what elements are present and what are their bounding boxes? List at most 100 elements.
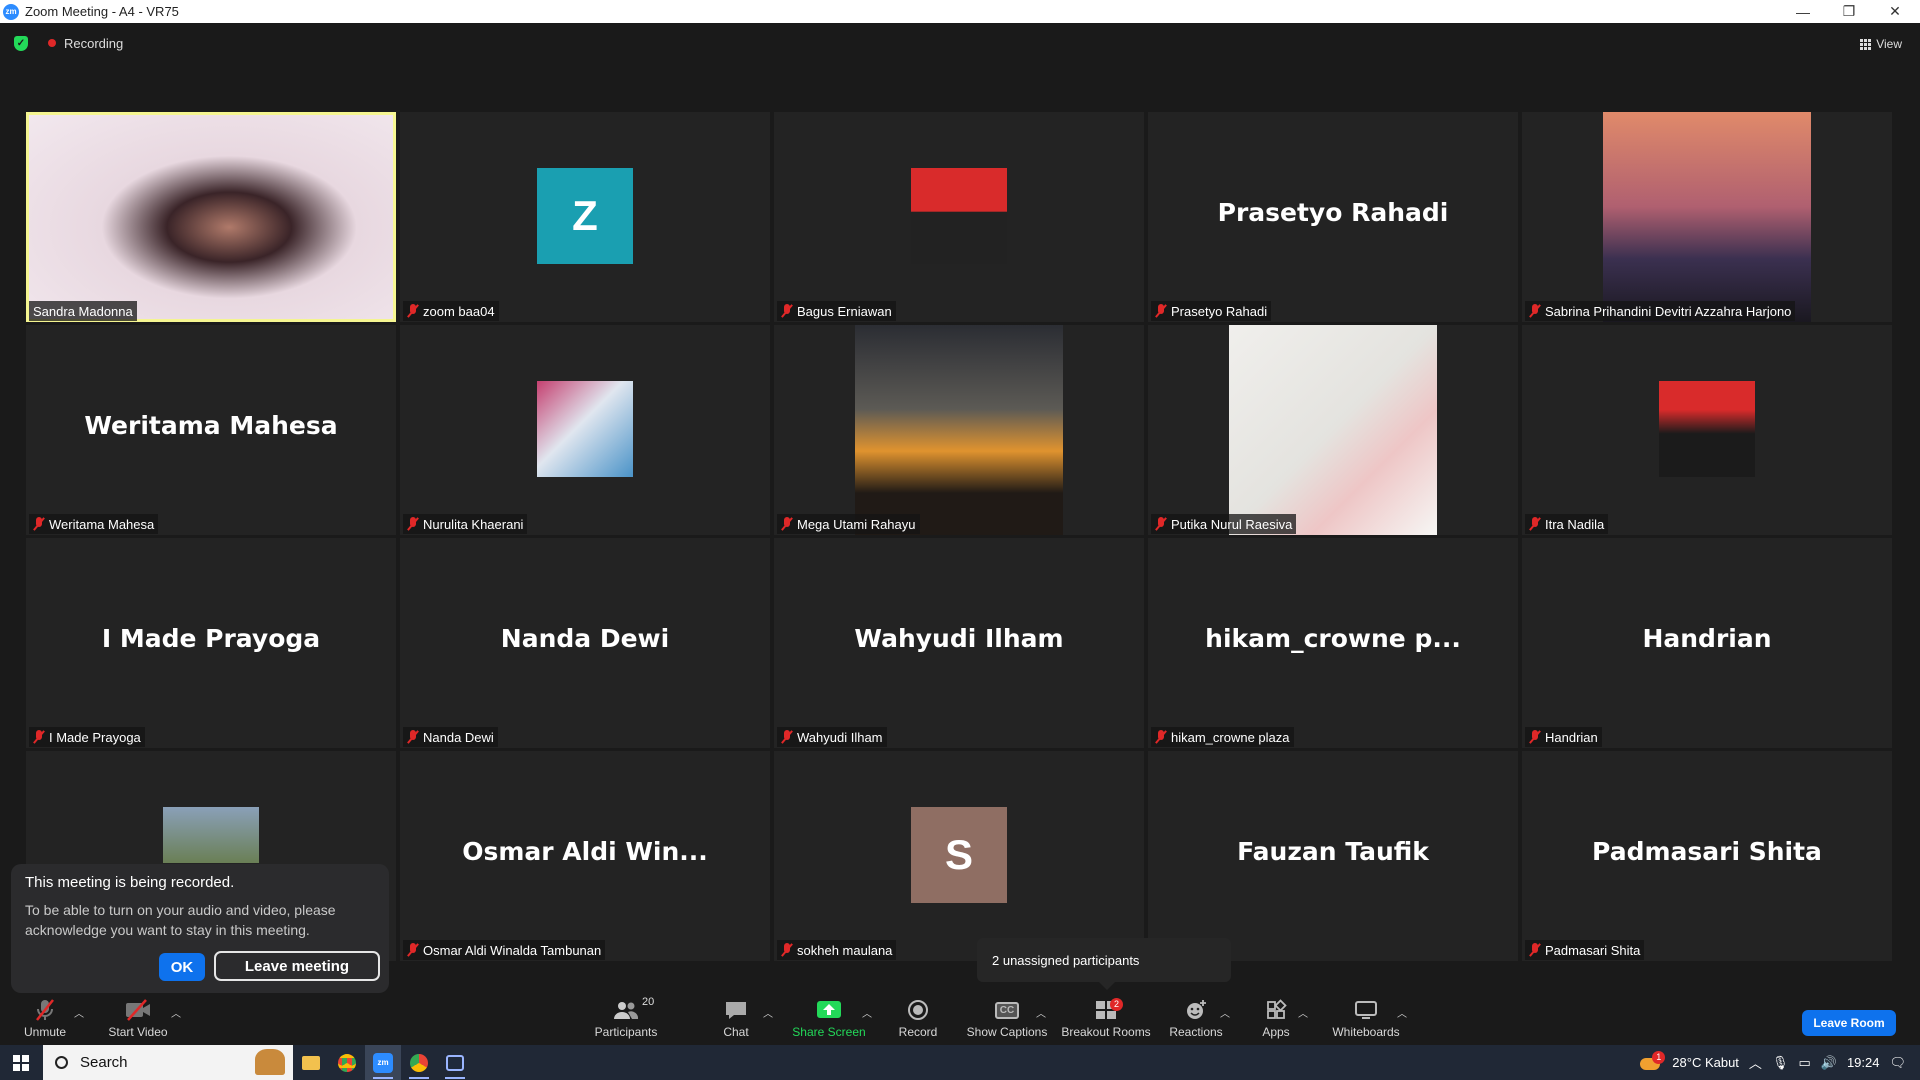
breakout-tooltip: 2 unassigned participants (977, 938, 1231, 990)
participant-display-name: Handrian (1642, 624, 1772, 653)
share-options-chevron-icon[interactable]: ︿ (862, 1005, 872, 1020)
microphone-tray-icon[interactable]: 🎙 (1772, 1055, 1789, 1071)
chrome-icon[interactable] (329, 1045, 365, 1080)
network-icon[interactable]: ▭ (1798, 1055, 1810, 1071)
grid-icon (1860, 38, 1872, 50)
mic-muted-icon (31, 998, 59, 1022)
reactions-button[interactable]: Reactions (1168, 993, 1224, 1045)
whiteboards-options-chevron-icon[interactable]: ︿ (1397, 1005, 1407, 1020)
participant-tile[interactable]: Handrian Handrian (1522, 538, 1892, 748)
participant-tile[interactable]: Itra Nadila (1522, 325, 1892, 535)
search-highlight-deer-icon (255, 1049, 285, 1075)
ok-button[interactable]: OK (159, 953, 205, 981)
participant-display-name: hikam_crowne p... (1205, 624, 1461, 653)
participant-nametag: Padmasari Shita (1525, 940, 1645, 960)
participant-profile-photo (1229, 325, 1437, 535)
zoom-logo-icon: zm (3, 3, 19, 20)
participant-tile[interactable]: Sandra Madonna (26, 112, 396, 322)
video-options-chevron-icon[interactable]: ︿ (171, 1005, 181, 1020)
volume-icon[interactable]: 🔊 (1821, 1055, 1837, 1071)
participant-tile[interactable]: Fauzan Taufikufik (1148, 751, 1518, 961)
participant-tile[interactable]: Weritama Mahesa Weritama Mahesa (26, 325, 396, 535)
whiteboards-button[interactable]: Whiteboards (1330, 993, 1402, 1045)
participant-tile[interactable]: Mega Utami Rahayu (774, 325, 1144, 535)
participant-tile[interactable]: Bagus Erniawan (774, 112, 1144, 322)
record-button[interactable]: Record (898, 993, 938, 1045)
participant-tile[interactable]: Zzoom baa04 (400, 112, 770, 322)
tray-overflow-chevron-icon[interactable]: ︿ (1749, 1053, 1762, 1072)
participant-profile-photo (163, 807, 259, 863)
participant-profile-photo (537, 381, 633, 477)
participant-name: Sandra Madonna (33, 303, 133, 319)
participant-name: Nurulita Khaerani (423, 516, 524, 532)
participant-tile[interactable]: Prasetyo Rahadi Prasetyo Rahadi (1148, 112, 1518, 322)
participant-tile[interactable]: Nurulita Khaerani (400, 325, 770, 535)
participant-display-name: Wahyudi Ilham (854, 624, 1064, 653)
participant-nametag: Sandra Madonna (29, 301, 137, 321)
weather-text[interactable]: 28°C Kabut (1672, 1055, 1739, 1070)
taskbar-search-box[interactable]: Search (43, 1045, 293, 1080)
participant-tile[interactable]: hikam_crowne p... hikam_crowne plaza (1148, 538, 1518, 748)
captions-options-chevron-icon[interactable]: ︿ (1036, 1005, 1046, 1020)
whiteboard-icon (1352, 998, 1380, 1022)
mic-muted-icon (407, 517, 419, 531)
participant-tile[interactable]: Wahyudi Ilham Wahyudi Ilham (774, 538, 1144, 748)
unmute-label: Unmute (23, 1025, 67, 1039)
zoom-taskbar-icon[interactable]: zm (365, 1045, 401, 1080)
apps-icon (1262, 998, 1290, 1022)
notifications-icon[interactable]: 🗨 (1889, 1055, 1906, 1071)
participant-tile[interactable]: I Made Prayoga I Made Prayoga (26, 538, 396, 748)
leave-room-button[interactable]: Leave Room (1802, 1010, 1896, 1036)
mic-muted-icon (781, 943, 793, 957)
windows-start-icon[interactable] (13, 1054, 29, 1071)
share-screen-button[interactable]: Share Screen (792, 993, 866, 1045)
show-captions-label: Show Captions (966, 1025, 1048, 1039)
clock[interactable]: 19:24 (1847, 1055, 1880, 1070)
encryption-shield-icon[interactable]: ✓ (14, 36, 28, 51)
start-video-button[interactable]: Start Video (106, 993, 170, 1045)
reactions-options-chevron-icon[interactable]: ︿ (1220, 1005, 1230, 1020)
view-button[interactable]: View (1860, 33, 1902, 55)
participant-tile[interactable]: Ssokheh maulana (774, 751, 1144, 961)
minimize-icon[interactable]: — (1780, 0, 1826, 23)
participant-nametag: Mega Utami Rahayu (777, 514, 920, 534)
participants-icon: 20 (612, 996, 654, 1022)
participant-tile[interactable]: Padmasari Shita Padmasari Shita (1522, 751, 1892, 961)
participant-profile-photo (855, 325, 1063, 535)
participant-nametag: Putika Nurul Raesiva (1151, 514, 1297, 534)
file-explorer-icon[interactable] (293, 1045, 329, 1080)
camera-app-icon[interactable] (437, 1045, 473, 1080)
participants-button[interactable]: 20 Participants (590, 993, 662, 1045)
restore-icon[interactable]: ❐ (1826, 0, 1872, 23)
participant-name: Nanda Dewi (423, 729, 494, 745)
audio-options-chevron-icon[interactable]: ︿ (74, 1005, 84, 1020)
participants-count: 20 (642, 996, 655, 1008)
participant-display-name: Nanda Dewi (500, 624, 670, 653)
participant-name: Sabrina Prihandini Devitri Azzahra Harjo… (1545, 303, 1792, 319)
participant-display-name: Weritama Mahesa (84, 411, 338, 440)
participant-tile[interactable]: Putika Nurul Raesiva (1148, 325, 1518, 535)
participant-tile[interactable]: Nanda Dewi Nanda Dewi (400, 538, 770, 748)
participant-profile-photo (1659, 381, 1755, 477)
participant-nametag: Osmar Aldi Winalda Tambunan (403, 940, 606, 960)
breakout-rooms-icon: 2 (1092, 998, 1124, 1022)
weather-icon[interactable]: 1 (1640, 1050, 1666, 1073)
chat-bubble-icon (722, 998, 750, 1022)
apps-button[interactable]: Apps (1261, 993, 1291, 1045)
breakout-rooms-button[interactable]: 2 Breakout Rooms (1061, 993, 1151, 1045)
chrome-profile-icon[interactable] (401, 1045, 437, 1080)
close-icon[interactable]: ✕ (1872, 0, 1918, 23)
participant-name: sokheh maulana (797, 942, 893, 958)
leave-meeting-button[interactable]: Leave meeting (214, 951, 380, 981)
participant-tile[interactable]: Osmar Aldi Win... Osmar Aldi Winalda Tamb… (400, 751, 770, 961)
record-label: Record (898, 1025, 938, 1039)
unmute-button[interactable]: Unmute (20, 993, 70, 1045)
participant-nametag: Weritama Mahesa (29, 514, 159, 534)
participant-tile[interactable]: Sabrina Prihandini Devitri Azzahra Harjo… (1522, 112, 1892, 322)
participant-avatar: Z (537, 168, 633, 264)
apps-options-chevron-icon[interactable]: ︿ (1298, 1005, 1308, 1020)
chat-options-chevron-icon[interactable]: ︿ (763, 1005, 773, 1020)
recording-indicator[interactable]: Recording (40, 33, 123, 53)
chat-button[interactable]: Chat (718, 993, 754, 1045)
participant-display-name: Fauzan Taufik (1237, 837, 1429, 866)
